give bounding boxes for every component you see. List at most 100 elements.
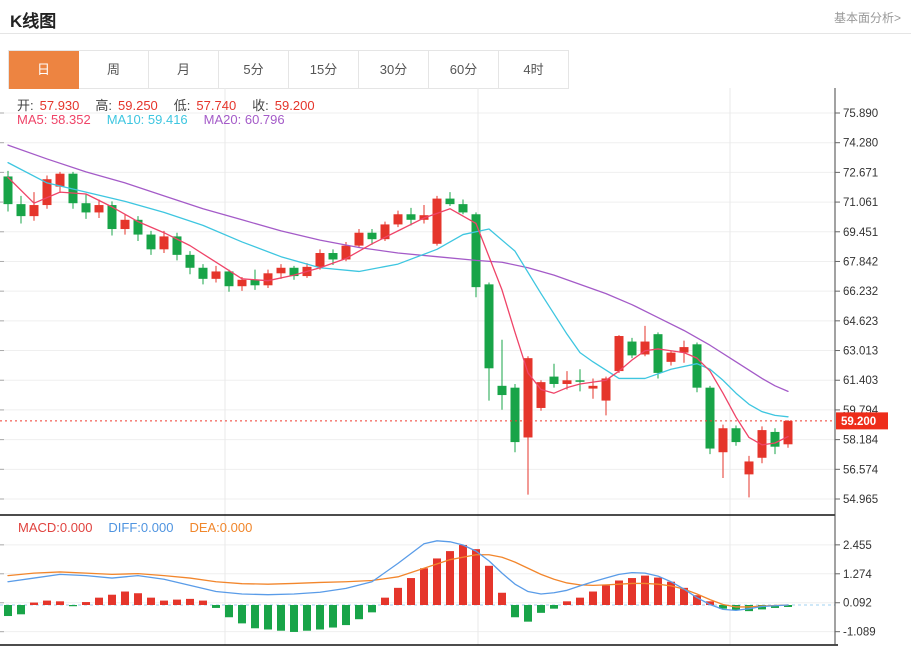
tab-60分[interactable]: 60分 <box>429 51 499 89</box>
axis-tick-label: 63.013 <box>843 346 878 358</box>
macd-bar <box>251 605 259 628</box>
macd-bar <box>82 602 90 605</box>
macd-bar <box>173 600 181 605</box>
macd-bar <box>381 598 389 605</box>
macd-bar <box>264 605 272 630</box>
macd-bar <box>485 566 493 605</box>
macd-info-row: MACD:0.000DIFF:0.000DEA:0.000 <box>18 520 268 535</box>
axis-tick-label: 58.184 <box>843 435 879 447</box>
macd-bar <box>537 605 545 613</box>
ohlc-value-1: 59.250 <box>118 98 158 113</box>
macd-bar <box>342 605 350 625</box>
candle-body <box>693 344 702 387</box>
candle-body <box>706 388 715 449</box>
tab-15分[interactable]: 15分 <box>289 51 359 89</box>
macd-bar <box>329 605 337 628</box>
axis-tick-label: -1.089 <box>843 627 876 639</box>
candle-body <box>212 271 221 278</box>
ma-info-1: MA10: 59.416 <box>107 112 188 127</box>
macd-bar <box>134 593 142 605</box>
ma-info-2: MA20: 60.796 <box>204 112 285 127</box>
candle-body <box>329 253 338 259</box>
macd-histogram <box>4 545 792 632</box>
tab-30分[interactable]: 30分 <box>359 51 429 89</box>
macd-bar <box>420 568 428 605</box>
macd-bar <box>355 605 363 619</box>
macd-bar <box>290 605 298 632</box>
macd-label-0: MACD:0.000 <box>18 520 92 535</box>
ohlc-value-2: 57.740 <box>196 98 236 113</box>
candle-body <box>628 342 637 356</box>
candle-body <box>563 380 572 384</box>
candle-body <box>485 284 494 368</box>
tab-周[interactable]: 周 <box>79 51 149 89</box>
candle-body <box>433 199 442 244</box>
axis-tick-label: 0.092 <box>843 598 872 610</box>
macd-bar <box>368 605 376 612</box>
candle-body <box>121 220 130 229</box>
candle-body <box>355 233 364 246</box>
macd-bar <box>225 605 233 617</box>
macd-bar <box>459 545 467 605</box>
candle-body <box>576 380 585 382</box>
tab-月[interactable]: 月 <box>149 51 219 89</box>
axis-tick-label: 66.232 <box>843 286 878 298</box>
axis-tick-label: 1.274 <box>843 569 872 581</box>
tab-日[interactable]: 日 <box>9 51 79 89</box>
macd-bar <box>641 576 649 605</box>
macd-bar <box>576 598 584 605</box>
candle-body <box>186 255 195 268</box>
candle-body <box>550 377 559 384</box>
macd-bar <box>524 605 532 622</box>
axis-tick-label: 54.965 <box>843 494 878 506</box>
ohlc-label-2: 低: <box>174 98 191 113</box>
axis-tick-label: 64.623 <box>843 316 878 328</box>
macd-bar <box>199 601 207 605</box>
axis-tick-label: 67.842 <box>843 256 878 268</box>
macd-label-1: DIFF:0.000 <box>108 520 173 535</box>
macd-bar <box>511 605 519 617</box>
candle-body <box>771 432 780 447</box>
axis-tick-label: 2.455 <box>843 540 872 552</box>
candle-body <box>615 336 624 371</box>
candle-body <box>511 388 520 442</box>
candle-body <box>82 203 91 212</box>
macd-bar <box>17 605 25 614</box>
candlestick-series <box>4 171 793 498</box>
candle-body <box>459 204 468 212</box>
candle-body <box>30 205 39 216</box>
macd-bar <box>56 601 64 605</box>
macd-bar <box>186 599 194 605</box>
candle-body <box>277 268 286 274</box>
current-price-badge-text: 59.200 <box>841 416 876 428</box>
candle-body <box>498 386 507 395</box>
axis-tick-label: 56.574 <box>843 464 879 476</box>
page-title: K线图 <box>10 7 56 32</box>
gridlines <box>0 88 835 645</box>
macd-bar <box>472 549 480 605</box>
ma-info-row: MA5: 58.352MA10: 59.416MA20: 60.796 <box>17 112 301 127</box>
macd-bar <box>43 601 51 605</box>
tab-4时[interactable]: 4时 <box>499 51 569 89</box>
macd-bar <box>602 585 610 605</box>
candle-body <box>368 233 377 239</box>
macd-bar <box>316 605 324 630</box>
axis-tick-label: 61.403 <box>843 375 878 387</box>
candle-body <box>316 253 325 267</box>
period-tabbar: 日周月5分15分30分60分4时 <box>8 50 569 89</box>
candle-body <box>225 271 234 286</box>
macd-bar <box>407 578 415 605</box>
macd-bar <box>303 605 311 631</box>
axis-tick-label: 71.061 <box>843 197 878 209</box>
candle-body <box>95 205 104 212</box>
axis-tick-label: 72.671 <box>843 167 878 179</box>
macd-bar <box>121 592 129 605</box>
macd-bar <box>69 605 77 606</box>
candle-body <box>745 461 754 474</box>
candle-body <box>524 358 533 437</box>
fundamental-analysis-link[interactable]: 基本面分析> <box>834 9 901 26</box>
macd-bar <box>277 605 285 631</box>
axis-tick-label: 69.451 <box>843 227 878 239</box>
ohlc-value-3: 59.200 <box>275 98 315 113</box>
tab-5分[interactable]: 5分 <box>219 51 289 89</box>
